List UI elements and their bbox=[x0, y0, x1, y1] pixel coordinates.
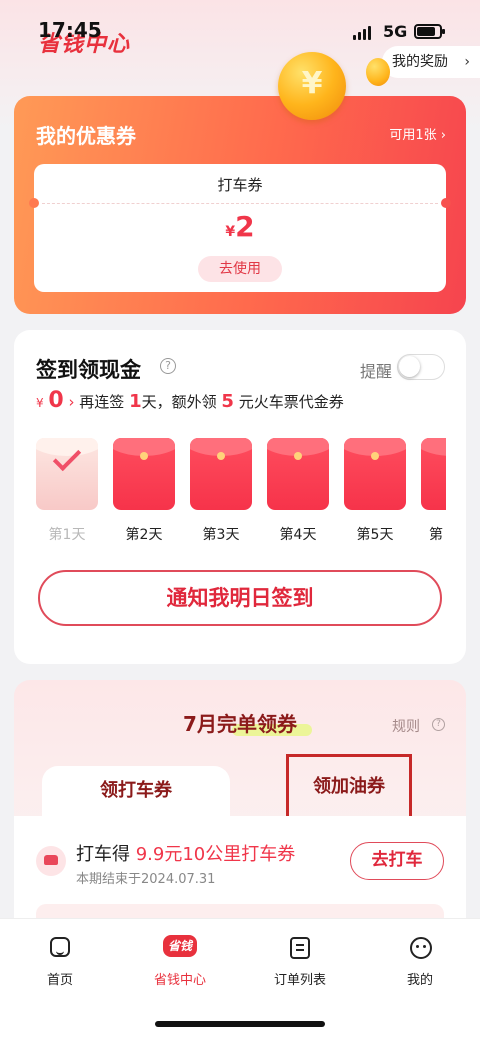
help-icon[interactable]: ? bbox=[432, 718, 445, 731]
cash-text-1: 再连签 bbox=[79, 393, 125, 411]
home-indicator[interactable] bbox=[155, 1021, 325, 1027]
red-envelope-icon bbox=[113, 438, 175, 510]
save-money-icon: 省钱 bbox=[163, 935, 197, 957]
cash-text-3: 元火车票代金券 bbox=[238, 393, 344, 411]
ticket-currency: ¥ bbox=[225, 224, 236, 240]
checkin-day: 第3天 bbox=[190, 438, 252, 548]
monthly-card: 7月完单领券 规则 ? 领打车券 领加油券 打车得 9.9元10公里打车券 本期… bbox=[14, 680, 466, 940]
checkin-title: 签到领现金 bbox=[36, 358, 141, 382]
nav-label: 我的 bbox=[406, 973, 433, 988]
task-title-highlight: 9.9元10公里打车券 bbox=[135, 844, 296, 865]
cash-symbol: ¥ bbox=[36, 396, 44, 410]
nav-profile[interactable]: 我的 bbox=[372, 933, 468, 993]
tab-fuel-coupon[interactable]: 领加油券 bbox=[286, 754, 412, 820]
checkin-day: 第4天 bbox=[267, 438, 329, 548]
coin-small-icon bbox=[366, 58, 390, 86]
coupon-ticket[interactable]: 打车券 ¥2 去使用 bbox=[29, 164, 451, 292]
tab-taxi-coupon[interactable]: 领打车券 bbox=[42, 766, 230, 818]
my-rewards-button[interactable]: 我的奖励 › bbox=[382, 46, 480, 78]
use-coupon-button[interactable]: 去使用 bbox=[198, 256, 282, 282]
ticket-name: 打车券 bbox=[217, 176, 263, 194]
rules-link[interactable]: 规则 bbox=[392, 716, 420, 736]
day-label: 第1天 bbox=[48, 527, 86, 543]
chevron-right-icon: › bbox=[464, 54, 470, 70]
ticket-divider bbox=[42, 203, 438, 204]
coin-icon: ¥ bbox=[278, 52, 346, 120]
home-icon bbox=[50, 937, 70, 957]
checkin-days: 第1天 第2天 第3天 第4天 第5天 第 bbox=[36, 438, 446, 548]
task-title: 打车得 9.9元10公里打车券 bbox=[76, 840, 295, 866]
coupon-title: 我的优惠券 bbox=[36, 124, 136, 148]
help-icon[interactable]: ? bbox=[160, 358, 176, 374]
notify-tomorrow-button[interactable]: 通知我明日签到 bbox=[38, 570, 442, 626]
order-list-icon bbox=[290, 937, 310, 959]
cash-amount[interactable]: 0 bbox=[48, 388, 63, 413]
cash-line: ¥ 0 › 再连签 1天，额外领 5 元火车票代金券 bbox=[36, 388, 344, 413]
nav-orders[interactable]: 订单列表 bbox=[252, 933, 348, 993]
nav-save-center[interactable]: 省钱 省钱中心 bbox=[132, 933, 228, 993]
remind-toggle[interactable] bbox=[397, 354, 445, 380]
signal-icon bbox=[353, 26, 375, 40]
coupon-available-link[interactable]: 可用1张 › bbox=[389, 124, 446, 143]
checked-envelope-icon bbox=[36, 438, 98, 510]
cash-text-2: 天，额外领 bbox=[141, 393, 217, 411]
checkin-day: 第1天 bbox=[36, 438, 98, 548]
red-envelope-icon bbox=[190, 438, 252, 510]
task-title-prefix: 打车得 bbox=[76, 844, 130, 865]
nav-label: 首页 bbox=[46, 973, 73, 988]
network-label: 5G bbox=[383, 22, 408, 41]
go-taxi-button[interactable]: 去打车 bbox=[350, 842, 444, 880]
nav-label: 省钱中心 bbox=[153, 973, 206, 988]
status-time: 17:45 bbox=[38, 18, 102, 42]
red-envelope-icon bbox=[267, 438, 329, 510]
day-label: 第2天 bbox=[125, 527, 163, 543]
cash-days-more: 1 bbox=[129, 391, 142, 412]
status-bar: 省钱中心 17:45 5G bbox=[0, 0, 480, 57]
checkin-day: 第2天 bbox=[113, 438, 175, 548]
checkin-card: 签到领现金 ? 提醒 ¥ 0 › 再连签 1天，额外领 5 元火车票代金券 第1… bbox=[14, 330, 466, 664]
remind-label: 提醒 bbox=[360, 362, 393, 381]
car-icon bbox=[36, 846, 66, 876]
red-envelope-icon bbox=[344, 438, 406, 510]
red-envelope-icon bbox=[421, 438, 446, 510]
cash-arrow-icon[interactable]: › bbox=[69, 393, 75, 411]
nav-home[interactable]: 首页 bbox=[12, 933, 108, 993]
task-subtitle: 本期结束于2024.07.31 bbox=[76, 872, 216, 887]
nav-label: 订单列表 bbox=[273, 973, 326, 988]
cash-bonus-amount: 5 bbox=[221, 391, 234, 412]
coupon-card: 我的优惠券 可用1张 › 打车券 ¥2 去使用 bbox=[14, 96, 466, 314]
ticket-price: ¥2 bbox=[34, 210, 446, 243]
toggle-knob bbox=[399, 356, 420, 377]
ticket-amount: 2 bbox=[235, 210, 255, 243]
day-label: 第5天 bbox=[356, 527, 394, 543]
battery-icon bbox=[414, 24, 445, 39]
profile-icon bbox=[410, 937, 432, 959]
day-label: 第 bbox=[429, 527, 443, 543]
day-label: 第3天 bbox=[202, 527, 240, 543]
my-rewards-label: 我的奖励 bbox=[392, 54, 448, 70]
day-label: 第4天 bbox=[279, 527, 317, 543]
checkin-day: 第 bbox=[421, 438, 446, 548]
checkin-day: 第5天 bbox=[344, 438, 406, 548]
